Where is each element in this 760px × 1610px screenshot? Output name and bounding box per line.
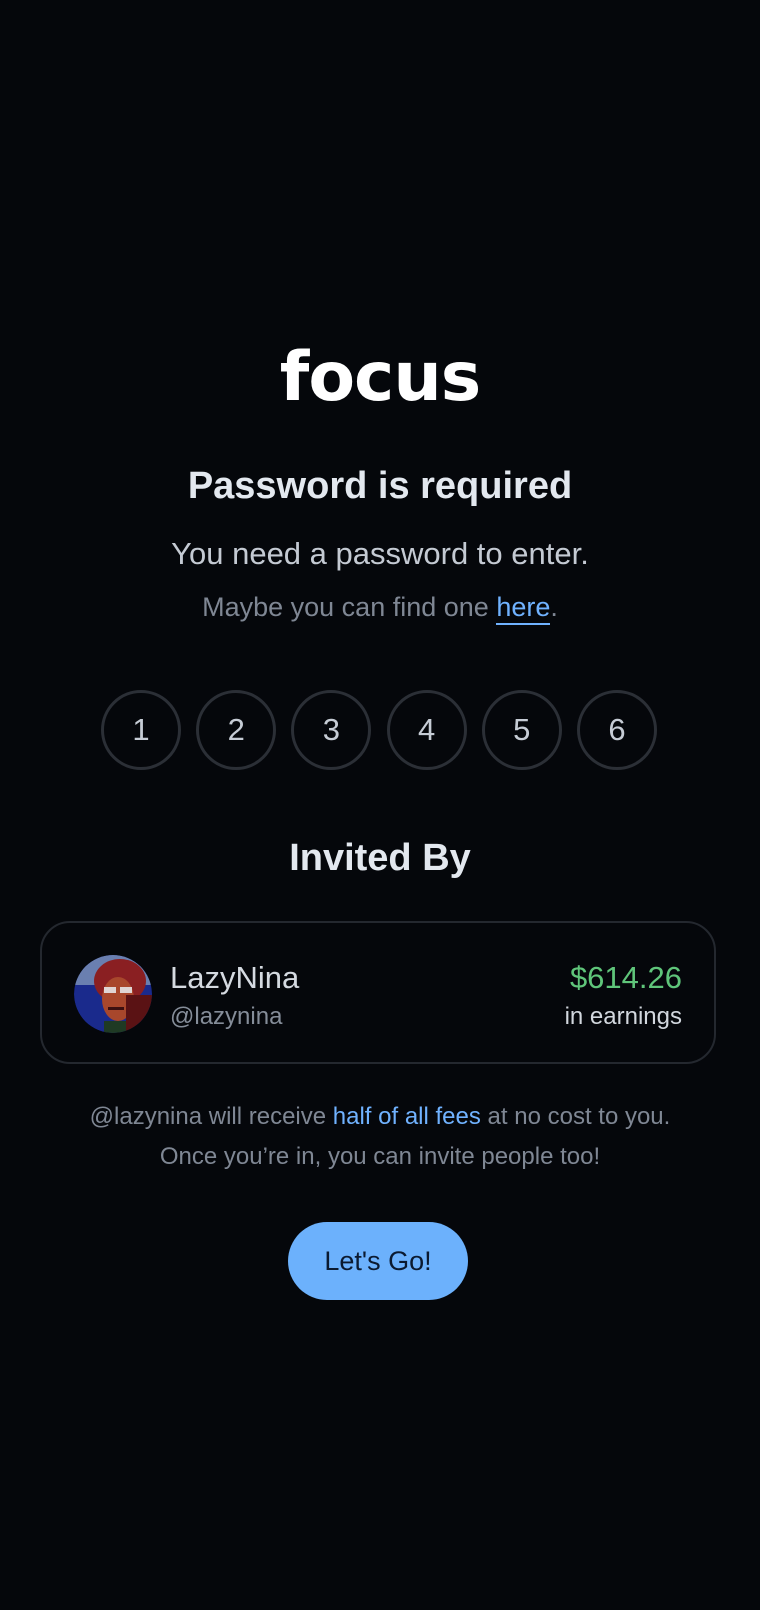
inviter-handle: @lazynina (170, 1003, 283, 1030)
passcode-digit-4[interactable]: 4 (386, 690, 467, 770)
passcode-digit-6[interactable]: 6 (576, 690, 657, 770)
hint-link[interactable]: here (496, 592, 551, 625)
hint-prefix: Maybe you can find one (202, 592, 497, 622)
invite-info-text: @lazynina will receive half of all fees … (0, 1097, 760, 1177)
passcode-digit-5[interactable]: 5 (481, 690, 562, 770)
page-subtitle: You need a password to enter. (171, 536, 589, 571)
info-prefix: @lazynina will receive (89, 1103, 333, 1130)
hint-suffix: . (550, 592, 558, 622)
invite-info-line-2: Once you’re in, you can invite people to… (159, 1143, 601, 1170)
info-suffix: at no cost to you. (480, 1103, 671, 1130)
passcode-digit-3[interactable]: 3 (291, 690, 372, 770)
inviter-card: LazyNina @lazynina $614.26 in earnings (40, 921, 716, 1064)
inviter-name: LazyNina (170, 960, 300, 995)
earnings-label: in earnings (564, 1003, 682, 1030)
passcode-digit-2[interactable]: 2 (196, 690, 277, 770)
inviter-earnings: $614.26 (569, 960, 682, 995)
lets-go-button[interactable]: Let's Go! (288, 1222, 468, 1300)
page-title: Password is required (187, 465, 573, 507)
focus-logo: focus (279, 338, 482, 417)
password-hint: Maybe you can find one here. (0, 589, 760, 625)
password-gate-page: focus Password is required You need a pa… (0, 0, 760, 1610)
invited-by-heading: Invited By (289, 837, 471, 879)
invite-info-line-1: @lazynina will receive half of all fees … (0, 1097, 760, 1137)
passcode-input-group: 1 2 3 4 5 6 (101, 690, 657, 770)
fee-share-highlight: half of all fees (332, 1103, 481, 1130)
inviter-avatar-icon (74, 955, 152, 1033)
passcode-digit-1[interactable]: 1 (101, 690, 181, 770)
